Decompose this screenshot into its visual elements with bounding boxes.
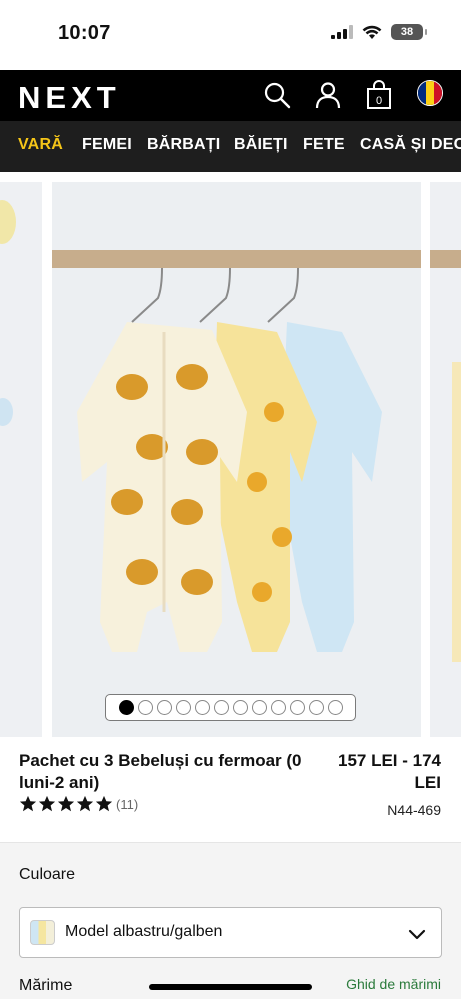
svg-text:0: 0 xyxy=(376,95,382,107)
logo[interactable]: NEXT xyxy=(18,80,121,116)
size-guide-link[interactable]: Ghid de mărimi xyxy=(346,976,441,992)
home-indicator[interactable] xyxy=(149,984,312,990)
star-icon xyxy=(38,795,56,812)
nav-item-fete[interactable]: FETE xyxy=(303,136,345,154)
next-image-peek[interactable] xyxy=(430,182,461,737)
battery-icon: 38 xyxy=(391,24,427,40)
status-bar: 10:07 38 xyxy=(0,0,461,70)
gallery-dot[interactable] xyxy=(270,700,286,715)
gallery-dot[interactable] xyxy=(308,700,324,715)
gallery-dot[interactable] xyxy=(156,700,172,715)
review-count[interactable]: (11) xyxy=(116,797,138,812)
country-flag-icon[interactable] xyxy=(417,80,443,106)
gallery-dot[interactable] xyxy=(118,700,134,715)
gallery-dot[interactable] xyxy=(289,700,305,715)
baby-sleepsuits-illustration xyxy=(52,250,421,652)
product-sku: N44-469 xyxy=(387,802,441,818)
bag-icon[interactable]: 0 xyxy=(364,80,394,110)
size-label: Mărime xyxy=(19,977,73,994)
gallery-dot[interactable] xyxy=(327,700,343,715)
color-label: Culoare xyxy=(19,866,76,883)
wifi-icon xyxy=(362,25,382,39)
product-title: Pachet cu 3 Bebeluși cu fermoar (0 luni-… xyxy=(19,751,302,792)
gallery-dot[interactable] xyxy=(251,700,267,715)
star-icon xyxy=(19,795,37,812)
status-icons: 38 xyxy=(331,24,427,40)
nav-item-casa-si-decor[interactable]: CASĂ ȘI DECOR xyxy=(360,136,461,154)
star-icon xyxy=(95,795,113,812)
account-icon[interactable] xyxy=(313,80,343,110)
product-gallery[interactable] xyxy=(0,172,461,737)
chevron-down-icon xyxy=(408,929,426,940)
gallery-dot[interactable] xyxy=(194,700,210,715)
star-icon xyxy=(57,795,75,812)
category-nav: VARĂ FEMEI BĂRBAȚI BĂIEȚI FETE CASĂ ȘI D… xyxy=(0,121,461,172)
rating-stars[interactable]: (11) xyxy=(19,795,138,813)
nav-item-baieti[interactable]: BĂIEȚI xyxy=(234,136,288,154)
color-swatch xyxy=(30,920,55,945)
color-select-value: Model albastru/galben xyxy=(65,923,223,940)
product-price: 157 LEI - 174 LEI xyxy=(337,751,441,792)
star-icon xyxy=(76,795,94,812)
gallery-dot[interactable] xyxy=(137,700,153,715)
gallery-dot[interactable] xyxy=(213,700,229,715)
gallery-dot[interactable] xyxy=(175,700,191,715)
previous-image-peek[interactable] xyxy=(0,182,42,737)
color-select[interactable]: Model albastru/galben xyxy=(19,907,442,958)
gallery-pagination[interactable] xyxy=(105,694,356,721)
nav-item-barbati[interactable]: BĂRBAȚI xyxy=(147,136,220,154)
status-time: 10:07 xyxy=(58,22,111,44)
nav-item-femei[interactable]: FEMEI xyxy=(82,136,132,154)
nav-item-vara[interactable]: VARĂ xyxy=(18,136,63,154)
signal-icon xyxy=(331,25,353,39)
top-nav: NEXT 0 xyxy=(0,70,461,121)
gallery-dot[interactable] xyxy=(232,700,248,715)
search-icon[interactable] xyxy=(262,80,292,110)
product-image[interactable] xyxy=(52,182,421,737)
